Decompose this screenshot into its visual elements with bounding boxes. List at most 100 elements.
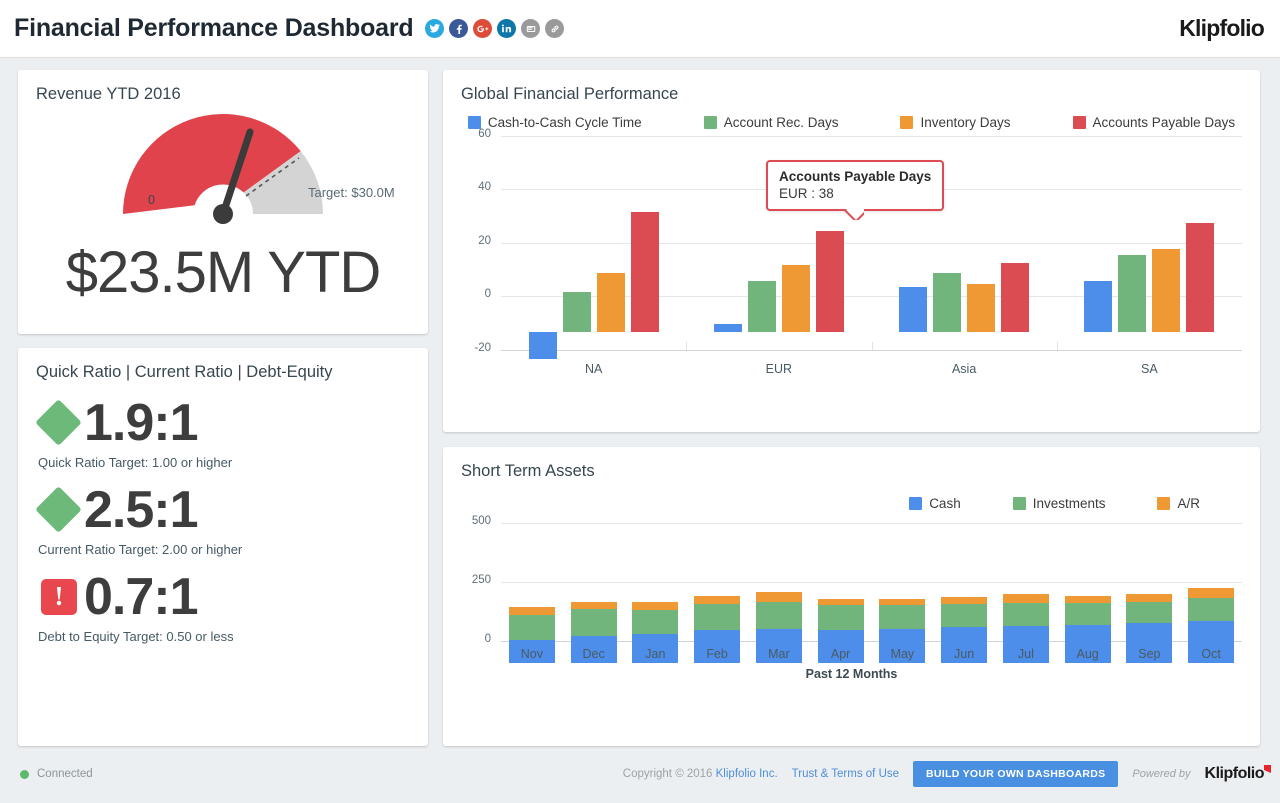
terms-link[interactable]: Trust & Terms of Use (792, 768, 899, 780)
bar[interactable] (1152, 249, 1180, 332)
bar-segment[interactable] (941, 604, 987, 627)
x-axis-tick-label: Oct (1180, 647, 1242, 661)
bar[interactable] (933, 273, 961, 332)
bar-segment[interactable] (941, 597, 987, 605)
current-ratio-value: 2.5:1 (84, 484, 198, 536)
linkedin-icon[interactable] (497, 19, 516, 38)
revenue-gauge: 0 Target: $30.0M (36, 109, 410, 237)
x-axis-tick-label: Asia (872, 362, 1057, 376)
copyright-link[interactable]: Klipfolio Inc. (716, 768, 778, 780)
bar-segment[interactable] (509, 607, 555, 615)
status-dot-icon (20, 770, 29, 779)
bar-segment[interactable] (1003, 603, 1049, 625)
bar-segment[interactable] (756, 602, 802, 629)
klipfolio-logo-text: Klipfolio (1179, 15, 1264, 42)
bar-segment[interactable] (694, 604, 740, 630)
chart-legend: Cash-to-Cash Cycle Time Account Rec. Days… (461, 115, 1242, 130)
bar[interactable] (782, 265, 810, 332)
x-axis-tick-label: Sep (1119, 647, 1181, 661)
bar-segment[interactable] (879, 599, 925, 605)
bar-segment[interactable] (879, 605, 925, 629)
bar-segment[interactable] (818, 599, 864, 606)
twitter-icon[interactable] (425, 19, 444, 38)
quick-ratio-value: 1.9:1 (84, 397, 198, 449)
bar-segment[interactable] (1003, 594, 1049, 603)
status-indicator-good (36, 487, 86, 533)
ratio-item: 1.9:1 Quick Ratio Target: 1.00 or higher (36, 397, 410, 470)
x-axis-tick-label: Aug (1057, 647, 1119, 661)
short-term-assets-panel: Short Term Assets CashInvestmentsA/R 500… (443, 447, 1260, 746)
bar[interactable] (1118, 255, 1146, 333)
diamond-icon (35, 399, 82, 446)
legend-label: Account Rec. Days (724, 115, 839, 130)
footer-right-group: Copyright © 2016 Klipfolio Inc. Trust & … (623, 761, 1264, 787)
bar[interactable] (899, 287, 927, 332)
link-icon[interactable] (545, 19, 564, 38)
ratios-panel-title: Quick Ratio | Current Ratio | Debt-Equit… (36, 362, 410, 383)
x-axis-tick-label: Dec (563, 647, 625, 661)
y-axis-tick-label: 0 (461, 633, 491, 645)
copyright-prefix: Copyright © 2016 (623, 768, 716, 780)
bar-segment[interactable] (1188, 588, 1234, 598)
legend-item[interactable]: Account Rec. Days (704, 115, 839, 130)
y-axis-tick-label: 250 (461, 574, 491, 586)
bar[interactable] (967, 284, 995, 332)
legend-label: Investments (1033, 496, 1106, 511)
legend-item[interactable]: Inventory Days (900, 115, 1010, 130)
email-icon[interactable] (521, 19, 540, 38)
bar-segment[interactable] (756, 592, 802, 602)
build-dashboards-button[interactable]: BUILD YOUR OWN DASHBOARDS (913, 761, 1118, 787)
legend-item[interactable]: Investments (1013, 496, 1106, 511)
bar-segment[interactable] (818, 605, 864, 630)
legend-item[interactable]: Cash-to-Cash Cycle Time (468, 115, 642, 130)
legend-item[interactable]: Accounts Payable Days (1073, 115, 1236, 130)
bar-segment[interactable] (1126, 602, 1172, 623)
x-axis-tick-label: Nov (501, 647, 563, 661)
bar-segment[interactable] (694, 596, 740, 604)
revenue-panel-title: Revenue YTD 2016 (36, 84, 410, 105)
bar-segment[interactable] (509, 615, 555, 640)
bar-area (501, 523, 1242, 663)
bar-segment[interactable] (1065, 596, 1111, 603)
assets-x-axis-title: Past 12 Months (461, 667, 1242, 681)
bar[interactable] (1186, 223, 1214, 333)
bar-segment[interactable] (571, 602, 617, 609)
gauge-svg (103, 109, 343, 239)
bar[interactable] (1084, 281, 1112, 332)
bar-segment[interactable] (1126, 594, 1172, 602)
dashboard-body: Revenue YTD 2016 0 Target: $30.0M $23.5M… (0, 58, 1280, 746)
bar[interactable] (816, 231, 844, 333)
bar[interactable] (714, 324, 742, 332)
bar-segment[interactable] (1065, 603, 1111, 625)
diamond-icon (35, 486, 82, 533)
ratio-item: ! 0.7:1 Debt to Equity Target: 0.50 or l… (36, 571, 410, 644)
connection-status: Connected (20, 768, 93, 780)
y-axis-tick-label: -20 (461, 342, 491, 354)
chart-legend: Cash Investments A/R (461, 496, 1242, 511)
grouped-bar-chart: Accounts Payable Days EUR : 38 6040200-2… (461, 136, 1242, 386)
bar[interactable] (597, 273, 625, 332)
bar[interactable] (529, 332, 557, 359)
bar-segment[interactable] (1188, 598, 1234, 620)
bar-segment[interactable] (632, 610, 678, 634)
legend-swatch-icon (1073, 116, 1086, 129)
y-axis-tick-label: 500 (461, 515, 491, 527)
bar[interactable] (631, 212, 659, 332)
bar[interactable] (1001, 263, 1029, 333)
bar-segment[interactable] (571, 609, 617, 636)
legend-swatch-icon (909, 497, 922, 510)
bar-segment[interactable] (632, 602, 678, 610)
bar[interactable] (748, 281, 776, 332)
tooltip-arrow-icon (844, 209, 864, 220)
facebook-icon[interactable] (449, 19, 468, 38)
exclamation-icon: ! (41, 579, 77, 615)
legend-swatch-icon (704, 116, 717, 129)
klipfolio-flag-icon (1264, 765, 1271, 773)
x-axis-tick-label: Mar (748, 647, 810, 661)
google-plus-icon[interactable] (473, 19, 492, 38)
legend-swatch-icon (1157, 497, 1170, 510)
legend-item[interactable]: Cash (909, 496, 961, 511)
bar[interactable] (563, 292, 591, 332)
ratios-panel: Quick Ratio | Current Ratio | Debt-Equit… (18, 348, 428, 746)
legend-item[interactable]: A/R (1157, 496, 1200, 511)
